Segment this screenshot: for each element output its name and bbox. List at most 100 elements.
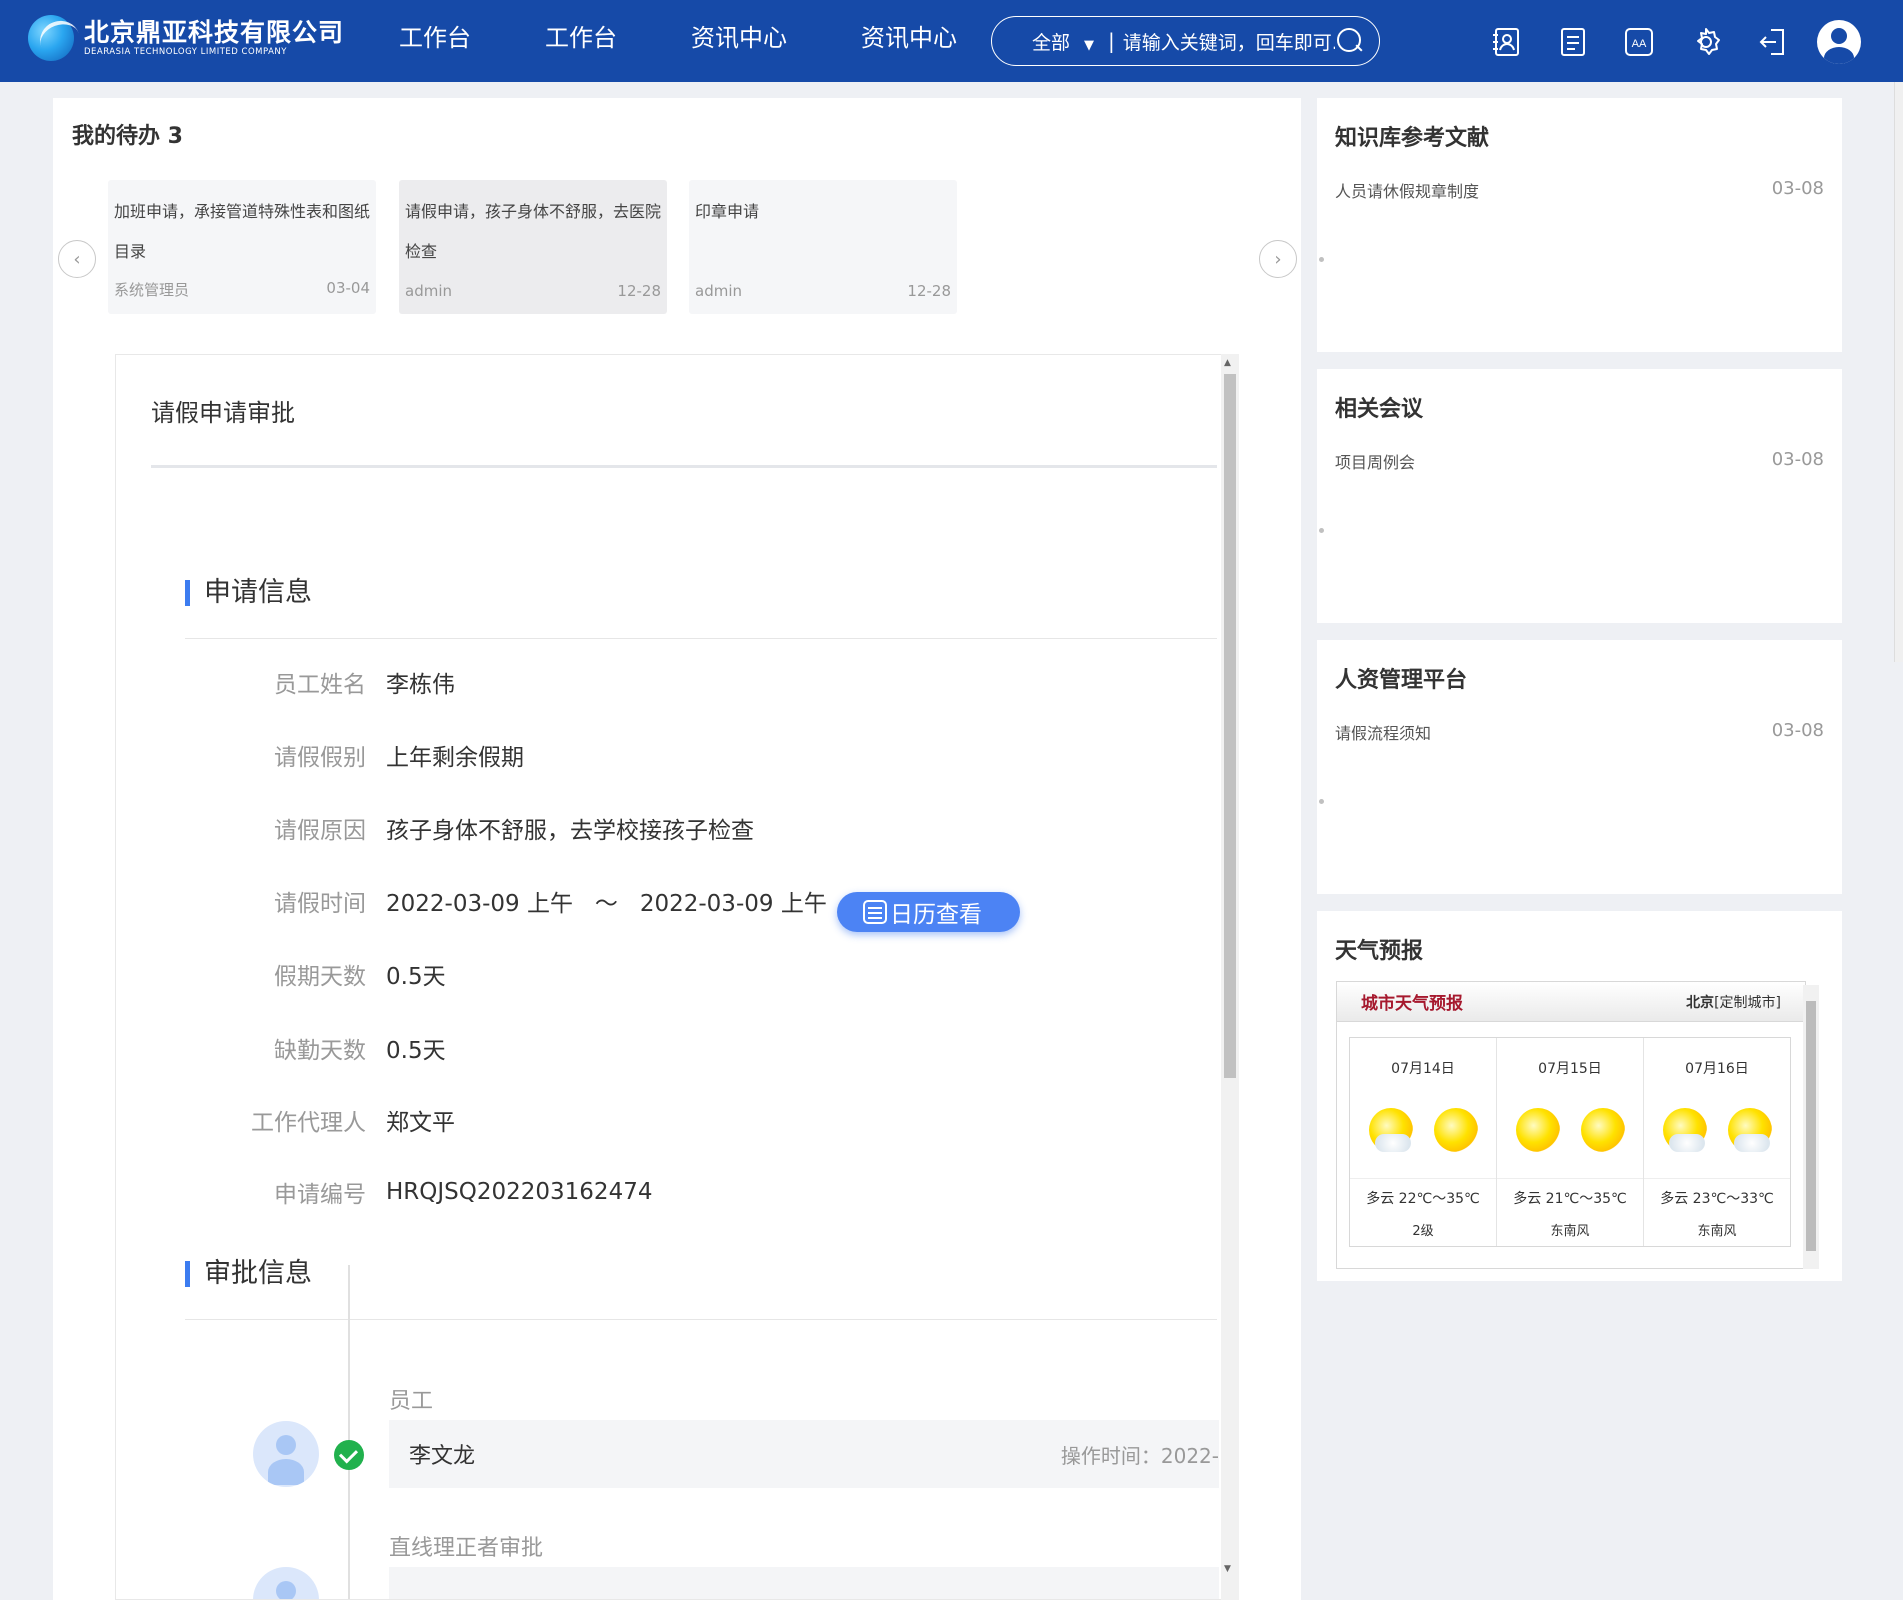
field-leave-reason: 请假原因 孩子身体不舒服，去学校接孩子检查 (216, 812, 754, 844)
weather-day: 07月16日 多云 23℃～33℃ 东南风 (1644, 1038, 1790, 1246)
step-title: 直线理正者审批 (389, 1536, 544, 1561)
chevron-right-icon: › (1274, 248, 1282, 270)
todo-card[interactable]: 请假申请，孩子身体不舒服，去医院检查 admin 12-28 (399, 180, 667, 314)
weather-date: 07月14日 (1391, 1061, 1455, 1077)
card-title: 知识库参考文献 (1335, 126, 1490, 151)
search-input[interactable]: 请输入关键词，回车即可... (1123, 28, 1335, 55)
todo-card-author: admin (405, 282, 452, 300)
todo-card-date: 12-28 (907, 282, 951, 300)
approval-form-frame: 请假申请审批 申请信息 员工姓名 李栋伟 请假假别 上年剩余假期 请假原因 孩子… (115, 354, 1236, 1600)
search-icon[interactable] (1335, 26, 1365, 56)
weather-scrollbar-thumb[interactable] (1806, 1001, 1816, 1251)
calendar-view-label: 日历查看 (890, 902, 982, 928)
card-list-item[interactable]: 请假流程须知 03-08 (1335, 720, 1824, 744)
field-value: 0.5天 (386, 964, 446, 990)
nav-news-center-2[interactable]: 资讯中心 (861, 22, 957, 54)
weather-wind: 2级 (1412, 1224, 1434, 1239)
contacts-icon[interactable] (1490, 26, 1522, 58)
pager-dot[interactable] (1319, 257, 1324, 262)
logo-mark-icon (28, 15, 74, 61)
approval-step-box (389, 1567, 1219, 1599)
check-circle-icon (334, 1440, 364, 1470)
approval-timeline (348, 1265, 350, 1599)
card-title: 人资管理平台 (1335, 668, 1468, 693)
todo-title: 我的待办 3 (72, 124, 183, 149)
partly-cloudy-icon (1368, 1108, 1413, 1152)
field-value: 上年剩余假期 (386, 745, 524, 771)
card-title: 相关会议 (1335, 397, 1424, 422)
field-absence-days: 缺勤天数 0.5天 (216, 1032, 446, 1064)
nav-workbench-2[interactable]: 工作台 (545, 22, 617, 54)
section-title-approve: 审批信息 (185, 1260, 312, 1287)
logout-icon[interactable] (1757, 26, 1789, 58)
notes-icon[interactable] (1557, 26, 1589, 58)
custom-city-link[interactable]: [定制城市] (1714, 995, 1781, 1011)
logo-name-en: DEARASIA TECHNOLOGY LIMITED COMPANY (84, 47, 287, 57)
company-logo[interactable]: 北京鼎亚科技有限公司 DEARASIA TECHNOLOGY LIMITED C… (28, 15, 344, 61)
divider (185, 1319, 1217, 1320)
todo-card[interactable]: 印章申请 admin 12-28 (689, 180, 957, 314)
pager-dot[interactable] (1319, 528, 1324, 533)
weather-temp: 多云 23℃～33℃ (1660, 1191, 1774, 1207)
field-leave-time: 请假时间 2022-03-09 上午 ～ 2022-03-09 上午 (216, 885, 827, 917)
card-related-meetings: 相关会议 项目周例会 03-08 (1317, 369, 1842, 623)
weather-day: 07月14日 多云 22℃～35℃ 2级 (1350, 1038, 1497, 1246)
calendar-view-button[interactable]: 日历查看 (837, 892, 1020, 932)
field-label: 请假时间 (274, 891, 366, 917)
todo-card-text: 加班申请，承接管道特殊性表和图纸目录 (114, 202, 370, 261)
field-employee-name: 员工姓名 李栋伟 (216, 666, 455, 698)
card-knowledge-base: 知识库参考文献 人员请休假规章制度 03-08 (1317, 98, 1842, 352)
nav-workbench-1[interactable]: 工作台 (399, 22, 471, 54)
weather-wind: 东南风 (1550, 1224, 1590, 1239)
form-title: 请假申请审批 (151, 399, 295, 427)
card-list-item[interactable]: 人员请休假规章制度 03-08 (1335, 178, 1824, 202)
sunny-icon (1580, 1108, 1625, 1152)
scroll-down-icon[interactable]: ▼ (1224, 1564, 1231, 1574)
search-scope-label: 全部 (1031, 31, 1070, 54)
form-scrollbar-thumb[interactable] (1224, 374, 1236, 1078)
gear-icon[interactable] (1690, 26, 1722, 58)
carousel-prev-button[interactable]: ‹ (58, 240, 96, 278)
field-value: 孩子身体不舒服，去学校接孩子检查 (386, 818, 754, 844)
logo-name-cn: 北京鼎亚科技有限公司 (84, 18, 345, 47)
field-label: 请假假别 (274, 745, 366, 771)
weather-widget-title: 城市天气预报 (1361, 994, 1463, 1014)
field-value: 郑文平 (386, 1110, 455, 1136)
svg-text:AA: AA (1632, 38, 1647, 50)
todo-card-author: 系统管理员 (114, 281, 190, 299)
card-list-item[interactable]: 项目周例会 03-08 (1335, 449, 1824, 473)
search-scope-select[interactable]: 全部 ▼ (992, 28, 1102, 55)
font-size-icon[interactable]: AA (1623, 26, 1655, 58)
step-operation-time: 操作时间：2022- (1060, 1443, 1219, 1468)
nav-news-center-1[interactable]: 资讯中心 (691, 22, 787, 54)
step-title: 员工 (389, 1389, 434, 1414)
card-item-text: 请假流程须知 (1335, 724, 1432, 743)
todo-card-date: 03-04 (326, 279, 370, 297)
todo-card-date: 12-28 (617, 282, 661, 300)
avatar (253, 1567, 319, 1599)
field-leave-days: 假期天数 0.5天 (216, 958, 446, 990)
card-item-date: 03-08 (1771, 178, 1824, 199)
user-avatar-icon[interactable] (1817, 20, 1861, 64)
card-weather: 天气预报 城市天气预报 北京[定制城市] 07月14日 多云 22℃～35℃ 2… (1317, 911, 1842, 1281)
search-bar: 全部 ▼ | 请输入关键词，回车即可... (991, 16, 1380, 66)
field-label: 假期天数 (274, 964, 366, 990)
field-label: 员工姓名 (274, 672, 366, 698)
sunny-icon (1515, 1108, 1560, 1152)
todo-card[interactable]: 加班申请，承接管道特殊性表和图纸目录 系统管理员 03-04 (108, 180, 376, 314)
field-label: 工作代理人 (251, 1110, 366, 1136)
page-scrollbar[interactable] (1894, 82, 1903, 662)
scroll-up-icon[interactable]: ▲ (1224, 358, 1231, 368)
weather-wind: 东南风 (1697, 1224, 1737, 1239)
weather-date: 07月16日 (1685, 1061, 1749, 1077)
carousel-next-button[interactable]: › (1259, 240, 1297, 278)
field-label: 申请编号 (274, 1182, 366, 1208)
field-leave-type: 请假假别 上年剩余假期 (216, 739, 524, 771)
divider (185, 638, 1217, 639)
todo-card-text: 印章申请 (695, 202, 760, 221)
avatar (253, 1421, 319, 1487)
divider (151, 465, 1217, 468)
card-item-text: 项目周例会 (1335, 453, 1416, 472)
pager-dot[interactable] (1319, 799, 1324, 804)
weather-day: 07月15日 多云 21℃～35℃ 东南风 (1497, 1038, 1644, 1246)
